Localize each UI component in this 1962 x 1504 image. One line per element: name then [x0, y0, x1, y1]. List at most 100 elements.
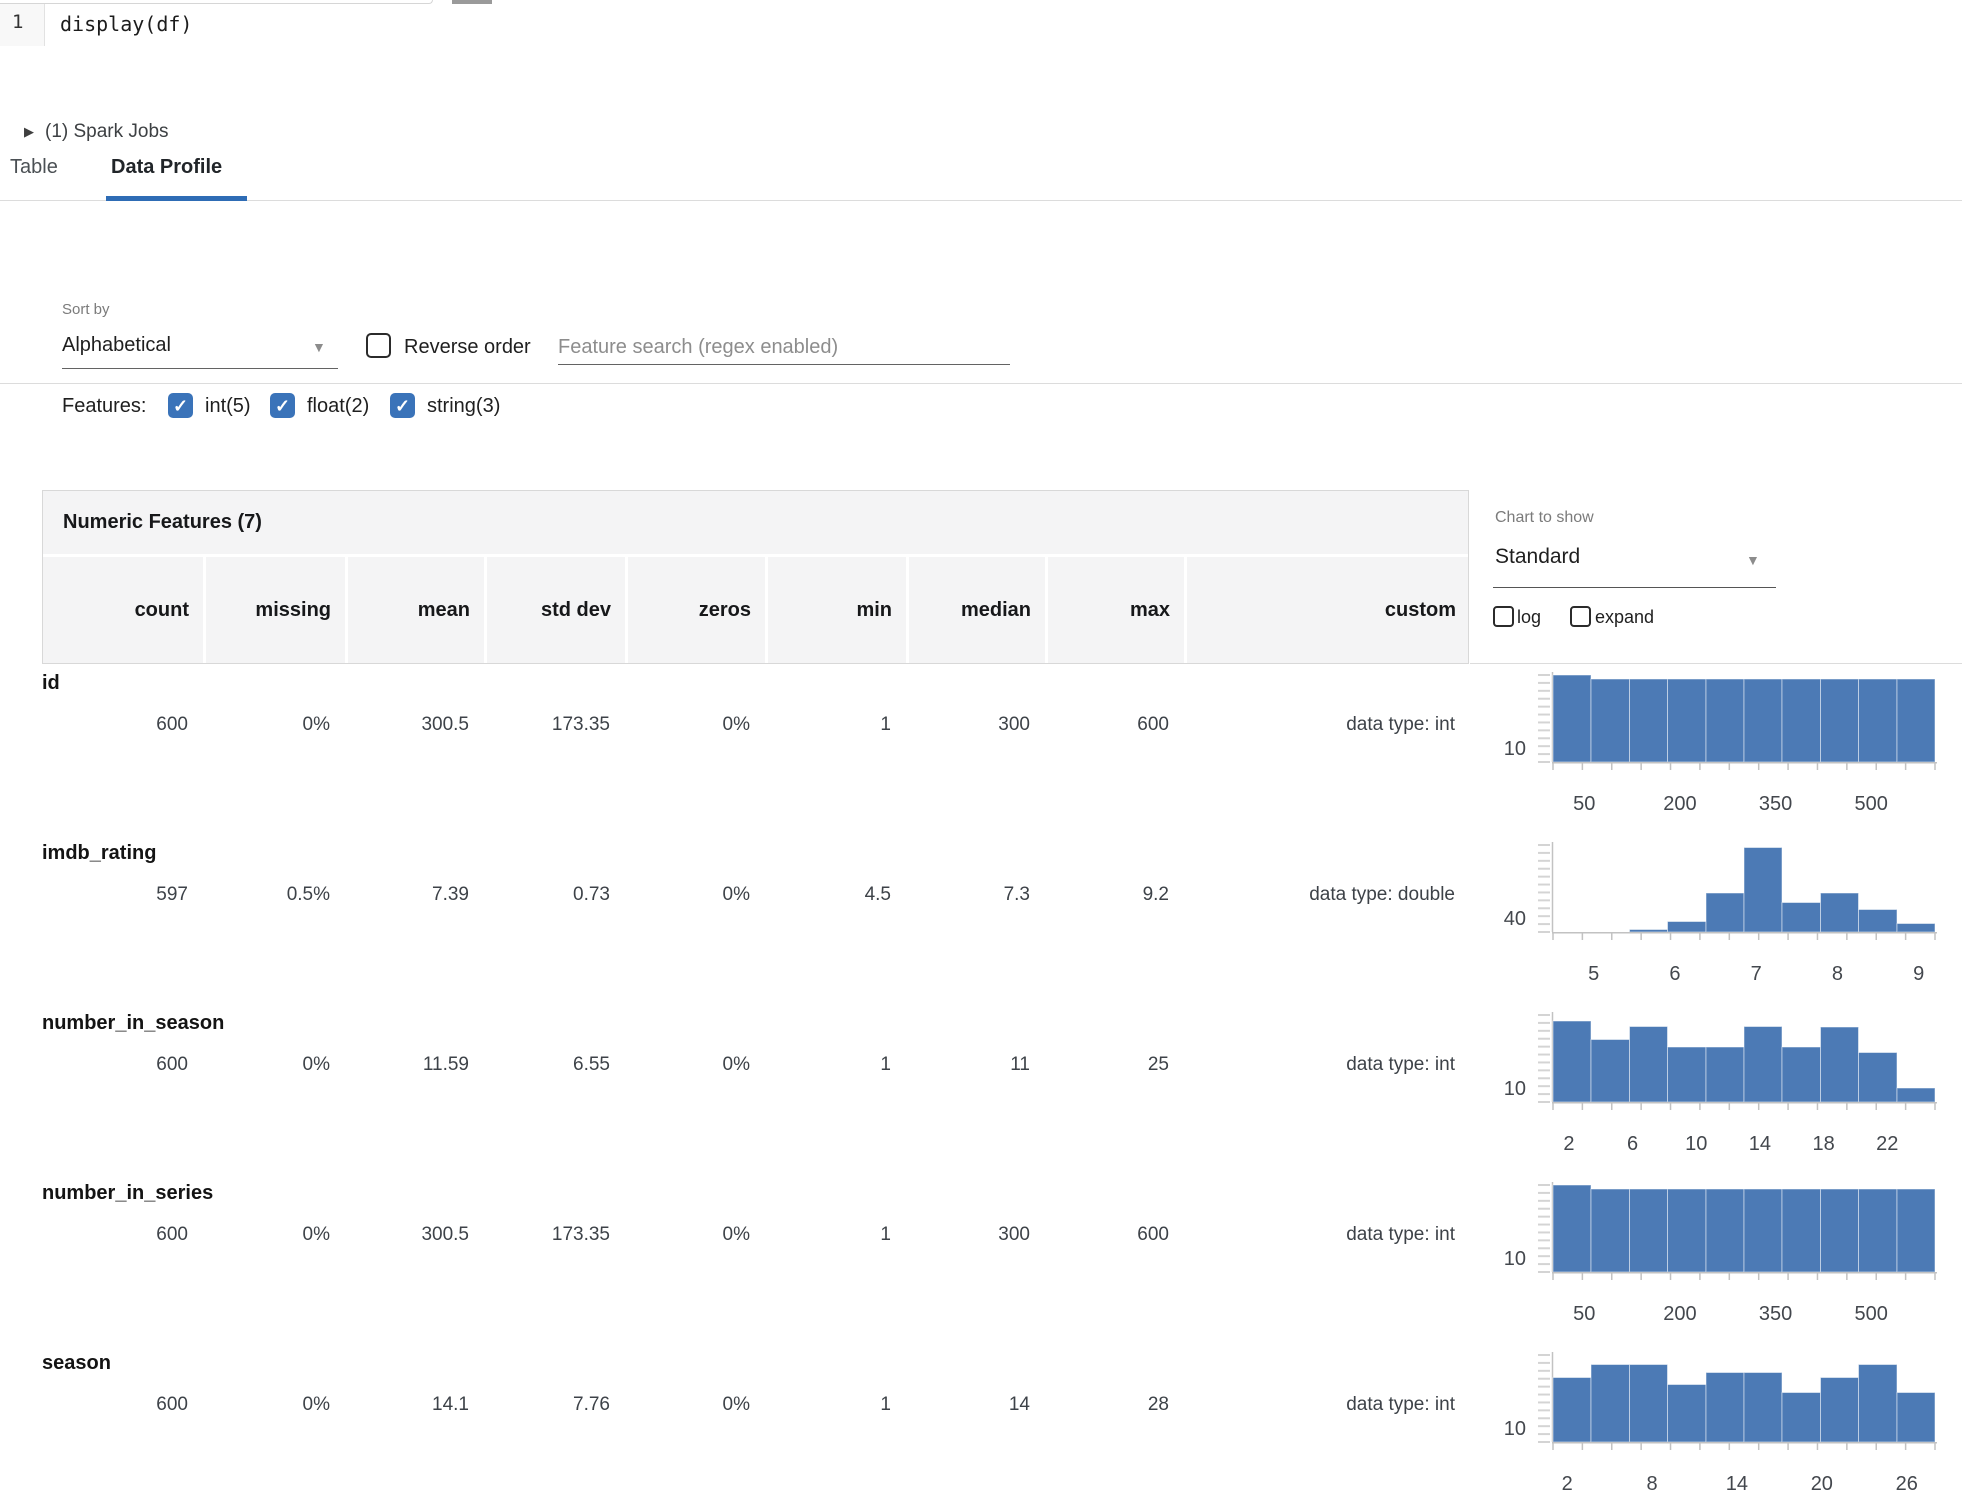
- stat-custom: data type: int: [1346, 1394, 1455, 1415]
- stat-max: 600: [1137, 1224, 1169, 1245]
- feature-row: number_in_season 600 0% 11.59 6.55 0% 1 11 25 dat…: [0, 1000, 1962, 1170]
- expand-label[interactable]: expand: [1595, 607, 1654, 628]
- chart-to-show-label: Chart to show: [1495, 509, 1594, 526]
- panel-title: Numeric Features (7): [63, 511, 262, 533]
- col-header-missing: missing: [203, 557, 345, 663]
- stat-max: 9.2: [1142, 884, 1169, 905]
- stat-median: 11: [1010, 1054, 1030, 1075]
- chevron-down-icon[interactable]: ▼: [1746, 552, 1760, 568]
- svg-text:10: 10: [1504, 1248, 1526, 1270]
- svg-text:8: 8: [1832, 963, 1843, 985]
- stat-max: 600: [1137, 714, 1169, 735]
- svg-text:26: 26: [1896, 1473, 1918, 1495]
- svg-text:350: 350: [1759, 1303, 1792, 1325]
- active-tab-indicator: [106, 196, 247, 201]
- stat-median: 300: [998, 1224, 1030, 1245]
- svg-text:20: 20: [1811, 1473, 1833, 1495]
- col-header-custom: custom: [1184, 557, 1470, 663]
- svg-text:6: 6: [1669, 963, 1680, 985]
- reverse-order-checkbox[interactable]: [366, 333, 391, 358]
- svg-text:40: 40: [1504, 908, 1526, 930]
- feature-row: id 600 0% 300.5 173.35 0% 1 300 600 data type: in…: [0, 660, 1962, 830]
- stat-custom: data type: double: [1309, 884, 1455, 905]
- code-editor-line[interactable]: display(df): [60, 12, 192, 36]
- filter-float-label[interactable]: float(2): [307, 395, 369, 418]
- svg-text:50: 50: [1573, 1303, 1595, 1325]
- svg-text:18: 18: [1812, 1133, 1834, 1155]
- stat-mean: 11.59: [422, 1054, 469, 1075]
- feature-search-input[interactable]: [558, 330, 1010, 365]
- feature-histogram: 10 50 200 350 500: [1504, 672, 1937, 815]
- chart-dropdown-underline: [1493, 587, 1776, 588]
- stat-zeros: 0%: [722, 1394, 750, 1415]
- feature-histogram: 10 2 6 10 14 18 22: [1504, 1012, 1937, 1155]
- svg-text:9: 9: [1913, 963, 1924, 985]
- features-divider: [0, 383, 1962, 384]
- feature-stats-row: 600 0% 14.1 7.76 0% 1 14 28 data type: int: [42, 1390, 1469, 1420]
- stat-zeros: 0%: [722, 884, 750, 905]
- stat-mean: 300.5: [421, 1224, 469, 1245]
- expand-checkbox[interactable]: [1570, 606, 1591, 627]
- svg-text:2: 2: [1563, 1133, 1574, 1155]
- filter-int-label[interactable]: int(5): [205, 395, 251, 418]
- feature-histogram: 10 2 8 14 20 26: [1504, 1352, 1937, 1495]
- feature-row: season 600 0% 14.1 7.76 0% 1 14 28 data type: int…: [0, 1340, 1962, 1504]
- stat-median: 7.3: [1003, 884, 1030, 905]
- tab-table[interactable]: Table: [10, 156, 58, 179]
- cell-toolbar-fragment: [452, 0, 492, 4]
- chevron-down-icon[interactable]: ▼: [312, 339, 326, 355]
- check-icon: ✓: [274, 395, 291, 416]
- stat-missing: 0%: [302, 1394, 330, 1415]
- stat-mean: 14.1: [432, 1394, 469, 1415]
- filter-string-label[interactable]: string(3): [427, 395, 500, 418]
- svg-text:6: 6: [1627, 1133, 1638, 1155]
- svg-text:14: 14: [1726, 1473, 1748, 1495]
- log-label[interactable]: log: [1517, 607, 1541, 628]
- stat-std-dev: 7.76: [573, 1394, 610, 1415]
- col-header-stddev: std dev: [484, 557, 625, 663]
- tab-data-profile[interactable]: Data Profile: [111, 156, 222, 179]
- svg-text:10: 10: [1504, 738, 1526, 760]
- sort-dropdown-underline: [62, 368, 338, 369]
- filter-int-checkbox[interactable]: ✓: [168, 393, 193, 418]
- stat-std-dev: 173.35: [551, 1224, 610, 1245]
- svg-text:22: 22: [1876, 1133, 1898, 1155]
- col-header-median: median: [906, 557, 1045, 663]
- stat-zeros: 0%: [722, 714, 750, 735]
- feature-stats-row: 600 0% 300.5 173.35 0% 1 300 600 data type: int: [42, 1220, 1469, 1250]
- svg-text:10: 10: [1504, 1418, 1526, 1440]
- stat-missing: 0.5%: [286, 884, 330, 905]
- reverse-order-label[interactable]: Reverse order: [404, 336, 531, 359]
- feature-stats-row: 600 0% 300.5 173.35 0% 1 300 600 data type: int: [42, 710, 1469, 740]
- chart-type-dropdown[interactable]: Standard: [1495, 545, 1580, 569]
- notebook-cell-output: 1 display(df) ▶ (1) Spark Jobs Table Dat…: [0, 0, 1962, 1504]
- feature-name: season: [42, 1352, 111, 1374]
- stat-min: 1: [880, 1054, 891, 1075]
- svg-text:350: 350: [1759, 793, 1792, 815]
- features-filter-label: Features:: [62, 395, 147, 417]
- feature-stats-row: 600 0% 11.59 6.55 0% 1 11 25 data type: int: [42, 1050, 1469, 1080]
- spark-jobs-label: (1) Spark Jobs: [45, 121, 169, 142]
- filter-string-checkbox[interactable]: ✓: [390, 393, 415, 418]
- log-checkbox[interactable]: [1493, 606, 1514, 627]
- svg-text:50: 50: [1573, 793, 1595, 815]
- feature-name: imdb_rating: [42, 842, 157, 864]
- stat-zeros: 0%: [722, 1054, 750, 1075]
- stat-min: 4.5: [864, 884, 891, 905]
- stat-count: 600: [156, 1054, 188, 1075]
- stat-max: 28: [1147, 1394, 1169, 1415]
- col-header-max: max: [1045, 557, 1184, 663]
- check-icon: ✓: [172, 395, 189, 416]
- stat-count: 597: [156, 884, 188, 905]
- feature-name: number_in_season: [42, 1012, 225, 1034]
- svg-text:10: 10: [1504, 1078, 1526, 1100]
- stat-min: 1: [880, 1224, 891, 1245]
- line-number: 1: [12, 11, 24, 33]
- svg-text:2: 2: [1562, 1473, 1573, 1495]
- filter-float-checkbox[interactable]: ✓: [270, 393, 295, 418]
- col-header-count: count: [134, 598, 189, 621]
- spark-jobs-toggle[interactable]: ▶ (1) Spark Jobs: [24, 118, 169, 146]
- col-header-zeros: zeros: [625, 557, 765, 663]
- stat-median: 14: [1008, 1394, 1030, 1415]
- sort-by-dropdown[interactable]: Alphabetical: [62, 334, 171, 357]
